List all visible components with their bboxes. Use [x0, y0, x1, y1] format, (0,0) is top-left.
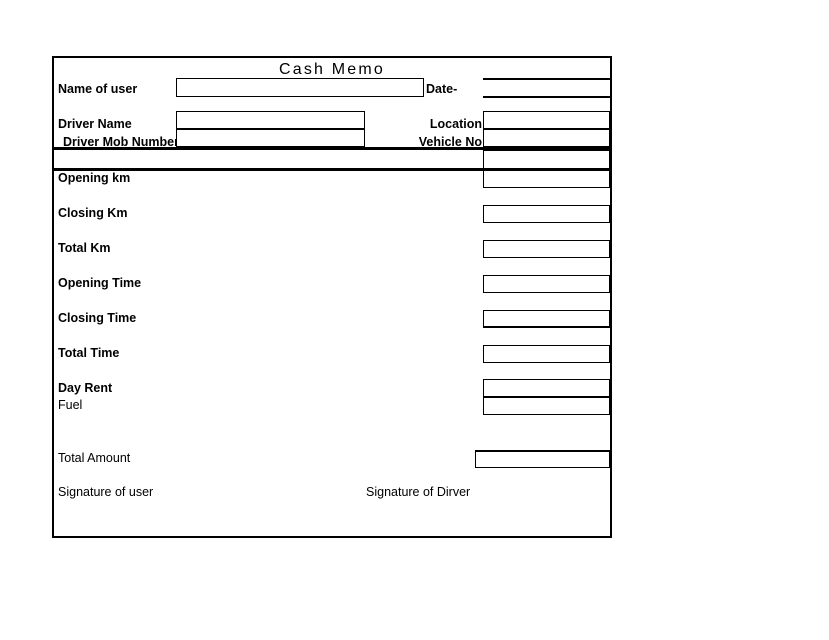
vehicle-no-input[interactable]: [483, 129, 610, 147]
name-of-user-label: Name of user: [58, 82, 138, 96]
row-label-closing-time: Closing Time: [58, 311, 137, 325]
signature-of-driver-label: Signature of Dirver: [366, 485, 471, 499]
row-label-total-time: Total Time: [58, 346, 120, 360]
row-label-closing-km: Closing Km: [58, 206, 128, 220]
location-input[interactable]: [483, 111, 610, 129]
driver-name-input[interactable]: [176, 111, 365, 129]
row-input-total-time[interactable]: [483, 345, 610, 363]
spare-right-cell[interactable]: [483, 150, 610, 169]
page-title: Cash Memo: [278, 61, 386, 78]
cash-memo-form: Cash Memo Name of user Date- Driver Name…: [52, 56, 612, 538]
date-label: Date-: [426, 82, 458, 96]
row-input-day-rent[interactable]: [483, 379, 610, 397]
row-label-total-km: Total Km: [58, 241, 111, 255]
row-input-fuel[interactable]: [483, 397, 610, 415]
location-label: Location: [429, 117, 482, 131]
driver-mob-number-input[interactable]: [176, 129, 365, 147]
row-input-total-amount[interactable]: [475, 450, 610, 468]
row-input-closing-time[interactable]: [483, 310, 610, 328]
row-input-opening-km[interactable]: [483, 170, 610, 188]
row-label-day-rent: Day Rent: [58, 381, 113, 395]
signature-of-user-label: Signature of user: [58, 485, 154, 499]
date-field-top-rule: [483, 78, 610, 80]
row-label-opening-time: Opening Time: [58, 276, 142, 290]
row-label-opening-km: Opening km: [58, 171, 131, 185]
driver-name-label: Driver Name: [58, 117, 132, 131]
name-of-user-input[interactable]: [176, 78, 424, 97]
row-input-opening-time[interactable]: [483, 275, 610, 293]
row-label-fuel: Fuel: [58, 398, 83, 412]
row-label-total-amount: Total Amount: [58, 451, 131, 465]
row-input-total-km[interactable]: [483, 240, 610, 258]
row-input-closing-km[interactable]: [483, 205, 610, 223]
date-input[interactable]: [483, 96, 610, 98]
